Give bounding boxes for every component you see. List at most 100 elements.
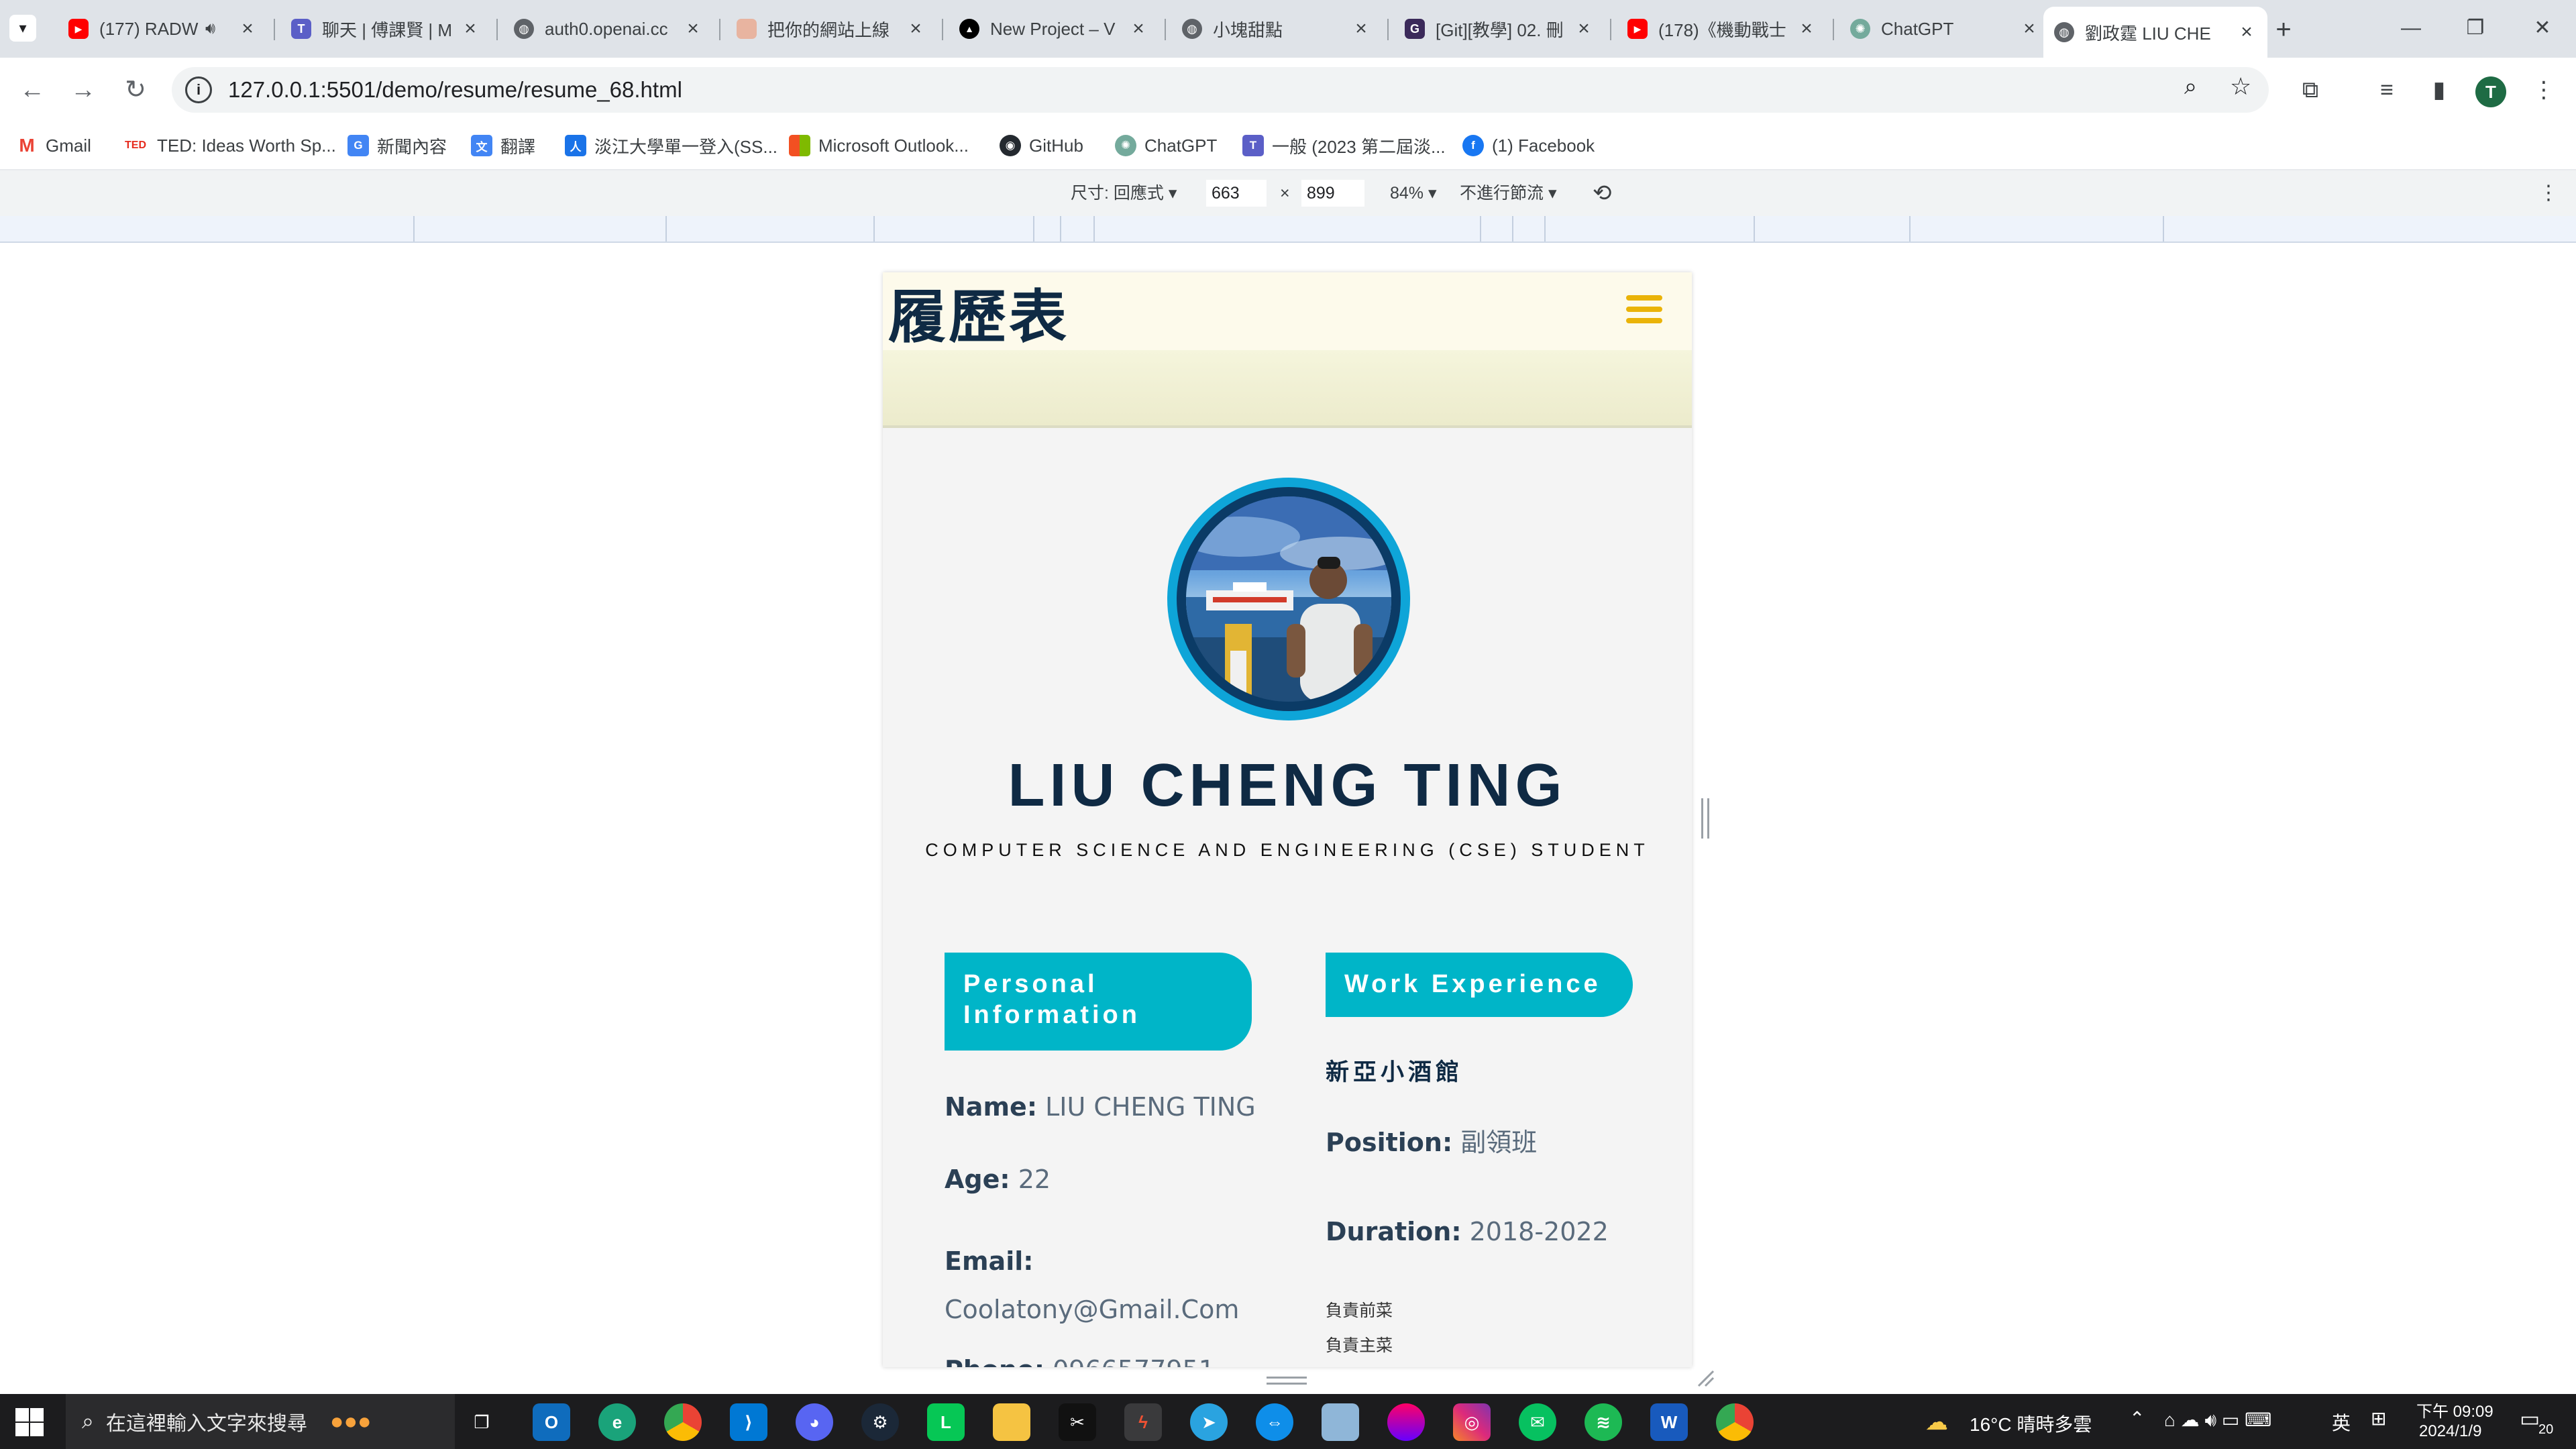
close-tab-icon[interactable]: ×: [460, 17, 480, 40]
chrome-icon[interactable]: [1716, 1403, 1754, 1441]
browser-tab[interactable]: G [Git][教學] 02. 刪 ×: [1394, 7, 1605, 51]
throttle-dropdown[interactable]: 不進行節流 ▾: [1460, 180, 1557, 207]
tray-overflow-icon[interactable]: ⌃: [2129, 1407, 2145, 1430]
browser-tab[interactable]: ✺ ChatGPT ×: [1839, 7, 2050, 51]
speaker-icon[interactable]: 🔊︎: [205, 19, 225, 38]
close-tab-icon[interactable]: ×: [1128, 17, 1148, 40]
device-options-kebab-icon[interactable]: ⋮: [2538, 180, 2559, 207]
steam-icon[interactable]: ⚙: [861, 1403, 899, 1441]
side-panel-icon[interactable]: ▮: [2420, 71, 2458, 109]
rotate-icon[interactable]: ⟲: [1593, 180, 1612, 207]
taskbar-search-box[interactable]: ⌕ 在這裡輸入文字來搜尋 ●●●: [66, 1394, 455, 1449]
site-info-icon[interactable]: i: [185, 76, 212, 103]
corner-resize-handle[interactable]: [1696, 1368, 1715, 1387]
notifications-icon[interactable]: ▭: [2520, 1406, 2540, 1432]
browser-tab[interactable]: 把你的網站上線 ×: [726, 7, 936, 51]
chrome-icon[interactable]: [664, 1403, 702, 1441]
horizontal-resize-handle[interactable]: [1701, 798, 1709, 839]
task-view-icon[interactable]: ❐: [463, 1403, 500, 1441]
forward-icon[interactable]: →: [64, 71, 102, 109]
email-link[interactable]: Coolatony@Gmail.Com: [945, 1295, 1239, 1324]
browser-tab[interactable]: ▶ (178)《機動戰士 ×: [1617, 7, 1827, 51]
media-control-icon[interactable]: ≡: [2368, 71, 2406, 109]
weather-text[interactable]: 16°C 晴時多雲: [1970, 1410, 2092, 1437]
restore-icon[interactable]: ❐: [2455, 9, 2496, 47]
clock-date[interactable]: 2024/1/9: [2419, 1422, 2481, 1441]
capcut-icon[interactable]: ✂: [1059, 1403, 1096, 1441]
wechat-icon[interactable]: ✉: [1519, 1403, 1556, 1441]
bookmark-star-icon[interactable]: ☆: [2230, 72, 2251, 101]
line-icon[interactable]: L: [927, 1403, 965, 1441]
clock-time[interactable]: 下午 09:09: [2416, 1398, 2493, 1421]
keyboard-icon[interactable]: ⊞: [2371, 1407, 2386, 1430]
bookmark-item[interactable]: 文 翻譯: [471, 131, 535, 160]
globe-icon: ◍: [1182, 19, 1202, 39]
outlook-icon[interactable]: O: [533, 1403, 570, 1441]
teamviewer-icon[interactable]: ⇔: [1256, 1403, 1293, 1441]
color-picker-icon[interactable]: [1387, 1403, 1425, 1441]
instagram-icon[interactable]: ◎: [1453, 1403, 1491, 1441]
new-tab-button[interactable]: +: [2265, 11, 2302, 48]
translate-icon: 文: [471, 135, 492, 156]
notepad-icon[interactable]: [1322, 1403, 1359, 1441]
zoom-icon[interactable]: ⌕: [2184, 74, 2197, 100]
browser-tab-active[interactable]: ◍ 劉政霆 LIU CHE ×: [2043, 7, 2267, 58]
edge-icon[interactable]: e: [598, 1403, 636, 1441]
bookmark-item[interactable]: G 新聞內容: [347, 131, 447, 160]
vertical-resize-handle[interactable]: [1267, 1377, 1307, 1385]
zoom-dropdown[interactable]: 84% ▾: [1390, 180, 1437, 207]
bookmark-item[interactable]: ◉ GitHub: [1000, 131, 1083, 160]
browser-tab[interactable]: ◍ 小塊甜點 ×: [1171, 7, 1382, 51]
ime-indicator[interactable]: 英: [2332, 1409, 2351, 1436]
extensions-icon[interactable]: ⧉: [2292, 71, 2329, 109]
bookmark-item[interactable]: T 一般 (2023 第二屆淡...: [1242, 131, 1446, 160]
git-tool-icon[interactable]: ϟ: [1124, 1403, 1162, 1441]
browser-tab[interactable]: ◍ auth0.openai.cc ×: [503, 7, 714, 51]
close-tab-icon[interactable]: ×: [2019, 17, 2039, 40]
bookmark-item[interactable]: TED TED: Ideas Worth Sp...: [122, 131, 336, 160]
browser-tab[interactable]: ▲ New Project – V ×: [949, 7, 1159, 51]
caret-down-icon: ▾: [1548, 184, 1557, 203]
tray-icons[interactable]: ⌂ ☁ 🔊︎ ▭ ⌨: [2164, 1409, 2272, 1432]
spotify-icon[interactable]: ≋: [1585, 1403, 1622, 1441]
dimensions-dropdown[interactable]: 尺寸: 回應式 ▾: [1071, 180, 1177, 207]
minimize-icon[interactable]: —: [2391, 9, 2431, 47]
media-query-bar[interactable]: [0, 216, 2576, 243]
discord-icon[interactable]: ◕: [796, 1403, 833, 1441]
close-tab-icon[interactable]: ×: [1351, 17, 1371, 40]
bookmark-item[interactable]: Microsoft Outlook...: [789, 131, 969, 160]
github-icon: ◉: [1000, 135, 1021, 156]
vscode-icon[interactable]: ⟩: [730, 1403, 767, 1441]
reload-icon[interactable]: ↻: [117, 71, 154, 109]
bookmark-item[interactable]: ✺ ChatGPT: [1115, 131, 1217, 160]
close-window-icon[interactable]: ✕: [2522, 9, 2563, 47]
word-icon[interactable]: W: [1650, 1403, 1688, 1441]
close-tab-icon[interactable]: ×: [237, 17, 258, 40]
ted-icon: TED: [125, 140, 146, 151]
close-tab-icon[interactable]: ×: [1796, 17, 1817, 40]
browser-tab[interactable]: ▶ (177) RADW 🔊︎ ×: [58, 7, 268, 51]
close-tab-icon[interactable]: ×: [1574, 17, 1594, 40]
height-input[interactable]: 899: [1301, 180, 1364, 207]
close-tab-icon[interactable]: ×: [683, 17, 703, 40]
bookmark-item[interactable]: 人 淡江大學單一登入(SS...: [565, 131, 777, 160]
bookmark-item[interactable]: f (1) Facebook: [1462, 131, 1595, 160]
url-text[interactable]: 127.0.0.1:5501/demo/resume/resume_68.htm…: [228, 67, 682, 113]
profile-avatar[interactable]: T: [2475, 76, 2506, 107]
weather-icon[interactable]: ☁: [1925, 1409, 1948, 1436]
caret-down-icon: ▾: [1168, 184, 1177, 203]
menu-kebab-icon[interactable]: ⋮: [2525, 71, 2563, 109]
browser-tab[interactable]: T 聊天 | 傅課賢 | M ×: [280, 7, 491, 51]
address-bar[interactable]: i 127.0.0.1:5501/demo/resume/resume_68.h…: [172, 67, 2269, 113]
back-icon[interactable]: ←: [13, 71, 51, 109]
close-tab-icon[interactable]: ×: [906, 17, 926, 40]
bookmark-item[interactable]: M Gmail: [16, 131, 91, 160]
telegram-icon[interactable]: ➤: [1190, 1403, 1228, 1441]
hamburger-menu-icon[interactable]: [1626, 295, 1662, 329]
windows-start-icon[interactable]: [15, 1407, 44, 1437]
image-icon: [737, 19, 757, 39]
close-tab-icon[interactable]: ×: [2237, 21, 2257, 44]
width-input[interactable]: 663: [1206, 180, 1267, 207]
file-explorer-icon[interactable]: [993, 1403, 1030, 1441]
tab-search-button[interactable]: ▾: [9, 15, 36, 42]
